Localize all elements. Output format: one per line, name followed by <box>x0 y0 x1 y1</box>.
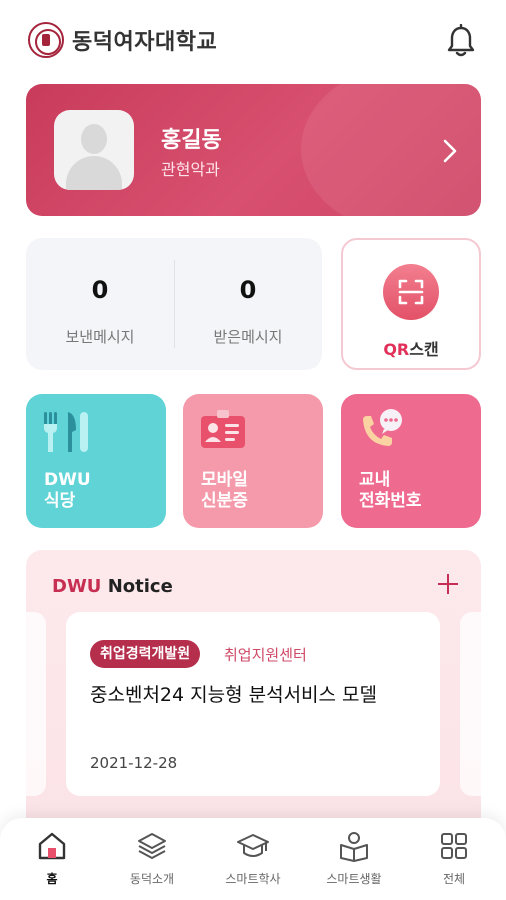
nav-about[interactable]: 동덕소개 <box>102 830 202 894</box>
home-icon <box>38 832 66 860</box>
notice-card-next[interactable] <box>460 612 481 796</box>
nav-smart-life[interactable]: 스마트생활 <box>304 830 404 894</box>
bell-icon[interactable] <box>445 24 477 58</box>
profile-name: 홍길동 <box>161 128 222 153</box>
notice-title: DWU Notice <box>52 576 173 597</box>
qr-scan-button[interactable]: QR스캔 <box>341 238 481 370</box>
notice-section: DWU Notice 취업경력개발원 취업지원센터 중소벤처24 지능형 분석서… <box>26 550 481 840</box>
tile-dwu-cafeteria[interactable]: DWU 식당 <box>26 394 166 528</box>
profile-card[interactable]: 홍길동 관현악과 <box>26 84 481 216</box>
person-book-icon <box>340 832 368 862</box>
plus-icon[interactable] <box>438 574 458 594</box>
sent-message-count[interactable]: 0 <box>26 276 174 304</box>
university-logo-icon <box>28 22 64 58</box>
tile-mobile-id[interactable]: 모바일 신분증 <box>183 394 323 528</box>
nav-home[interactable]: 홈 <box>2 830 102 894</box>
notice-category: 취업지원센터 <box>224 646 307 664</box>
sent-message-label[interactable]: 보낸메시지 <box>26 326 174 347</box>
received-message-count[interactable]: 0 <box>174 276 322 304</box>
received-message-label[interactable]: 받은메시지 <box>174 326 322 347</box>
qr-scan-icon <box>383 264 439 320</box>
avatar <box>54 110 134 190</box>
bottom-navigation: 홈 동덕소개 스마트학사 스마트생활 전체 <box>0 818 506 900</box>
nav-smart-academic[interactable]: 스마트학사 <box>203 830 303 894</box>
graduation-cap-icon <box>237 834 269 857</box>
tile-campus-phone[interactable]: 교내 전화번호 <box>341 394 481 528</box>
notice-headline: 중소벤처24 지능형 분석서비스 모델 <box>90 684 378 706</box>
tile-label: 교내 전화번호 <box>359 470 422 511</box>
notice-date: 2021-12-28 <box>90 754 178 772</box>
phone-chat-icon <box>363 409 402 446</box>
fork-knife-icon <box>44 412 88 452</box>
app-header: 동덕여자대학교 <box>0 0 506 80</box>
grid-icon <box>441 833 467 859</box>
notice-card[interactable]: 취업경력개발원 취업지원센터 중소벤처24 지능형 분석서비스 모델 2021-… <box>66 612 440 796</box>
university-title: 동덕여자대학교 <box>72 30 218 55</box>
notice-badge: 취업경력개발원 <box>90 640 201 668</box>
message-summary-card: 0 보낸메시지 0 받은메시지 <box>26 238 322 370</box>
nav-all[interactable]: 전체 <box>404 830 504 894</box>
tile-label: DWU 식당 <box>44 470 91 511</box>
profile-department: 관현악과 <box>161 160 220 179</box>
notice-card-previous[interactable] <box>26 612 46 796</box>
qr-scan-label: QR스캔 <box>383 340 439 359</box>
chevron-right-icon[interactable] <box>440 138 460 164</box>
tile-label: 모바일 신분증 <box>201 470 248 511</box>
layers-icon <box>138 833 166 859</box>
id-card-icon <box>201 410 245 448</box>
